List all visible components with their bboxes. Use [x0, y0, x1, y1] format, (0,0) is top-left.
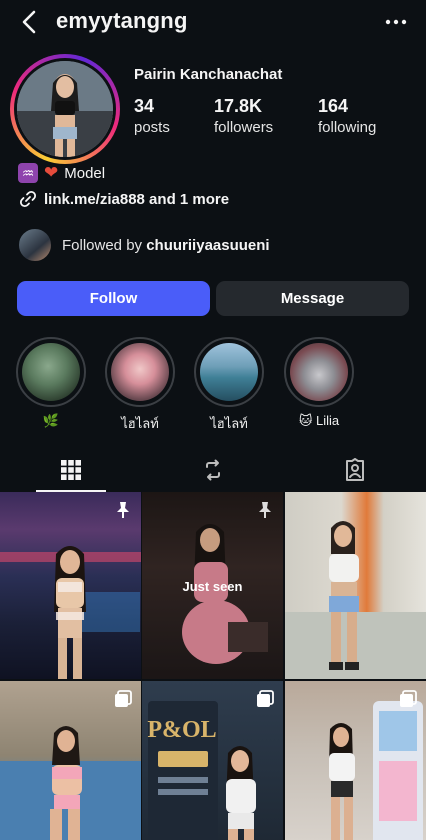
- post-photo: [285, 521, 426, 679]
- link-icon: [19, 190, 37, 208]
- post-thumbnail[interactable]: P&OL: [142, 681, 283, 840]
- more-options-icon[interactable]: [384, 8, 408, 36]
- carousel-icon: [257, 690, 274, 707]
- profile-tabs: [0, 448, 426, 492]
- grid-icon: [61, 460, 81, 480]
- reels-icon: [206, 459, 220, 481]
- following-label: following: [318, 119, 377, 136]
- tab-reposts[interactable]: [142, 448, 284, 492]
- highlight-item[interactable]: ไฮไลท์: [105, 337, 175, 434]
- bio-link[interactable]: link.me/zia888 and 1 more: [18, 189, 229, 209]
- aquarius-icon: ♒: [18, 163, 38, 183]
- followers-value: 17.8K: [214, 96, 263, 116]
- post-thumbnail[interactable]: [0, 492, 141, 679]
- highlight-cover: [22, 343, 80, 401]
- highlight-label: ไฮไลท์: [121, 416, 159, 431]
- profile-full-name: Pairin Kanchanachat: [134, 66, 283, 83]
- pinned-icon: [117, 502, 129, 518]
- following-count[interactable]: 164 following: [318, 96, 376, 136]
- follow-button[interactable]: Follow: [17, 281, 210, 316]
- tab-tagged[interactable]: [284, 448, 426, 492]
- posts-label: posts: [134, 119, 170, 136]
- followed-by-row[interactable]: Followed by chuuriiyaasuueni: [18, 228, 270, 262]
- just-seen-label: Just seen: [182, 579, 243, 594]
- followers-label: followers: [214, 119, 274, 136]
- post-thumbnail[interactable]: [0, 681, 141, 840]
- highlight-cover: [200, 343, 258, 401]
- link-text[interactable]: link.me/zia888 and 1 more: [44, 191, 229, 208]
- highlight-item[interactable]: 🐱 Lilia: [284, 337, 354, 429]
- posts-grid: Just seen P&OL: [0, 492, 426, 840]
- pinned-icon: [259, 502, 271, 518]
- carousel-icon: [400, 690, 417, 707]
- highlight-item[interactable]: 🌿: [16, 337, 86, 429]
- posts-count[interactable]: 34 posts: [134, 96, 170, 136]
- tab-posts-grid[interactable]: [0, 448, 142, 492]
- post-thumbnail[interactable]: [285, 681, 426, 840]
- fire-heart-icon: ❤: [44, 163, 59, 182]
- post-thumbnail[interactable]: Just seen: [142, 492, 283, 679]
- highlight-label: 🌿: [42, 413, 60, 428]
- bio-text: Model: [64, 164, 106, 182]
- highlight-label: ไฮไลท์: [210, 416, 248, 431]
- highlight-label: 🐱 Lilia: [298, 413, 340, 428]
- top-bar: emyytangng: [0, 0, 426, 44]
- mutual-follower-avatar: [18, 228, 52, 262]
- avatar-photo: [17, 61, 113, 157]
- highlight-cover: [290, 343, 348, 401]
- back-arrow-icon[interactable]: [16, 8, 44, 36]
- profile-avatar[interactable]: [10, 54, 120, 164]
- followed-by-user: chuuriiyaasuueni: [146, 236, 270, 254]
- post-thumbnail[interactable]: [285, 492, 426, 679]
- followers-count[interactable]: 17.8K followers: [214, 96, 273, 136]
- following-value: 164: [318, 96, 349, 116]
- carousel-icon: [115, 690, 132, 707]
- svg-text:P&OL: P&OL: [147, 717, 216, 743]
- tagged-icon: [346, 458, 364, 481]
- post-photo: [0, 546, 141, 679]
- highlight-cover: [111, 343, 169, 401]
- posts-value: 34: [134, 96, 155, 116]
- message-button[interactable]: Message: [216, 281, 409, 316]
- bio-line: ♒ ❤ Model: [18, 163, 105, 183]
- highlight-item[interactable]: ไฮไลท์: [194, 337, 264, 434]
- profile-username: emyytangng: [56, 8, 188, 33]
- followed-by-prefix: Followed by: [62, 236, 147, 254]
- followed-by-text: Followed by chuuriiyaasuueni: [62, 237, 270, 254]
